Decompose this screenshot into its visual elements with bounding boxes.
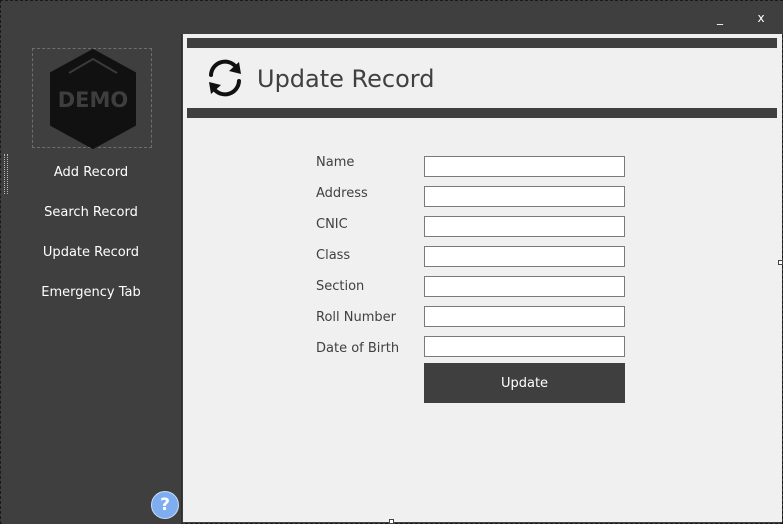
update-button[interactable]: Update [424,363,625,403]
logo: DEMO [32,48,152,149]
resize-handle-bottom[interactable] [389,519,394,524]
cnic-label: CNIC [316,217,348,232]
name-label: Name [316,155,355,170]
class-label: Class [316,248,351,263]
class-field[interactable] [424,246,625,267]
title-bar[interactable]: _ x [1,1,783,34]
name-field[interactable] [424,156,625,177]
page-title: Update Record [257,65,435,93]
help-button[interactable]: ? [151,491,179,519]
date-of-birth-field[interactable] [424,336,625,357]
roll-number-label: Roll Number [316,310,396,325]
close-button[interactable]: x [751,9,771,27]
cnic-field[interactable] [424,216,625,237]
address-label: Address [316,186,368,201]
roll-number-field[interactable] [424,306,625,327]
main-panel: Update Record Name Address CNIC Class Se… [183,34,782,522]
date-of-birth-label: Date of Birth [316,341,400,356]
sidebar-item-update-record[interactable]: Update Record [2,238,180,268]
sidebar: DEMO Add Record Search Record Update Rec… [2,34,182,524]
sidebar-item-add-record[interactable]: Add Record [2,158,180,188]
section-label: Section [316,279,365,294]
logo-text: DEMO [58,88,129,112]
refresh-icon [209,59,241,97]
address-field[interactable] [424,186,625,207]
sidebar-item-search-record[interactable]: Search Record [2,198,180,228]
minimize-button[interactable]: _ [710,9,730,27]
app-window: _ x DEMO Add Record Search Record Update… [0,0,783,524]
resize-handle-right[interactable] [778,260,783,265]
demo-logo-icon: DEMO [50,49,136,149]
section-field[interactable] [424,276,625,297]
header-top-bar [187,38,777,48]
sidebar-item-emergency-tab[interactable]: Emergency Tab [2,278,180,308]
header-bottom-bar [187,108,777,118]
